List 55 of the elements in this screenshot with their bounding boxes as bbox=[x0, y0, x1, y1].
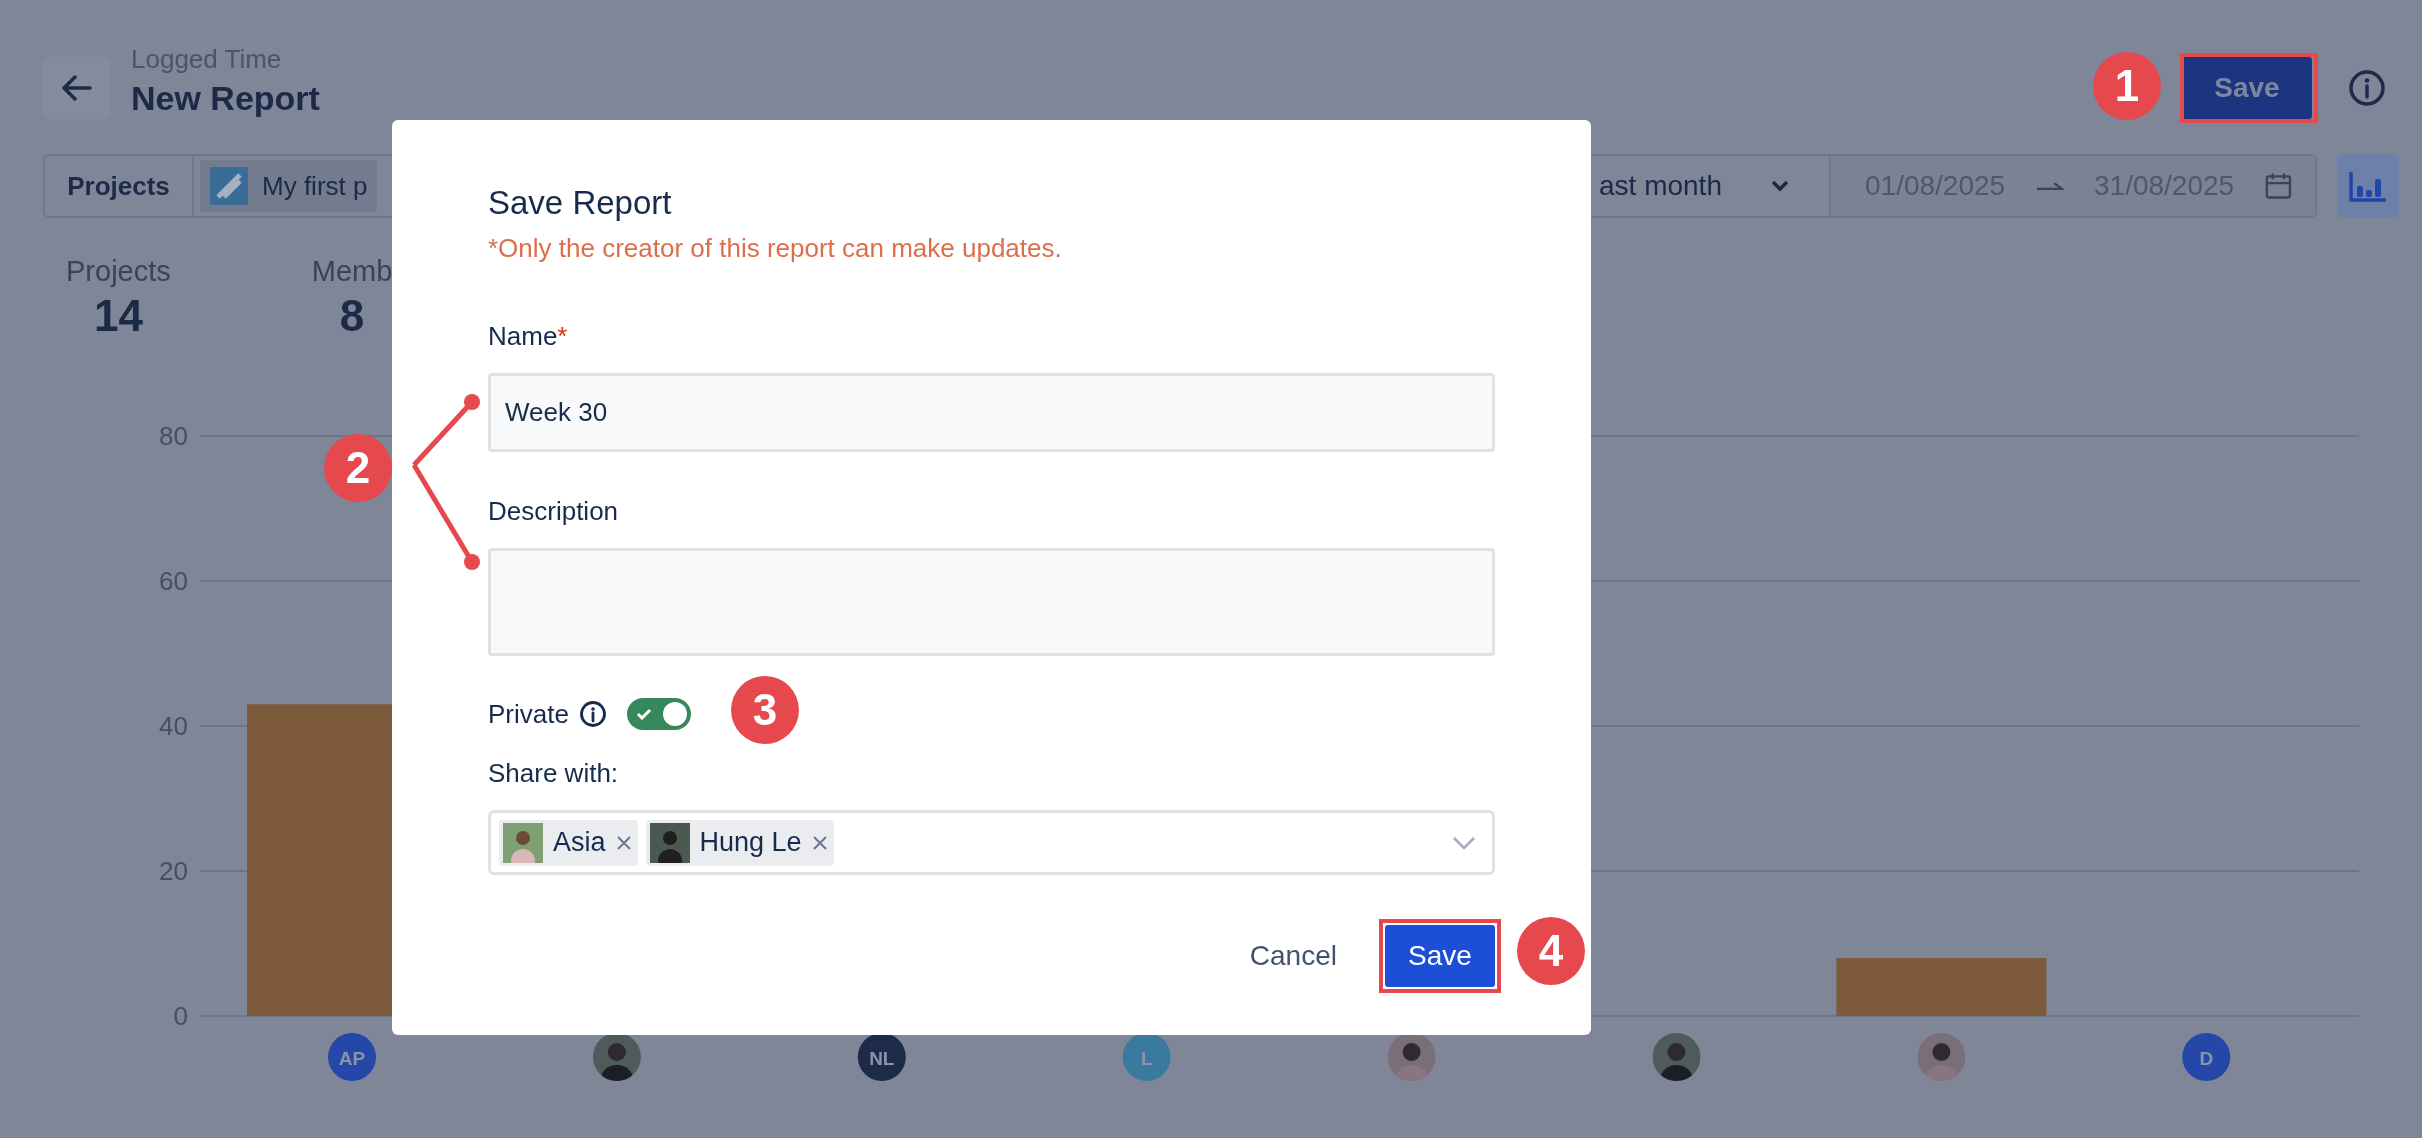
stat-value: 8 bbox=[339, 290, 365, 342]
avatar: D bbox=[2182, 1033, 2231, 1081]
axis-label: 80 bbox=[159, 421, 188, 451]
avatar: AP bbox=[328, 1033, 376, 1081]
private-label: Private bbox=[488, 698, 569, 730]
avatar bbox=[503, 822, 543, 863]
description-field[interactable] bbox=[488, 548, 1495, 656]
chevron-down-icon bbox=[1771, 180, 1789, 192]
user-name: Asia bbox=[553, 827, 606, 858]
project-chip[interactable]: My first p bbox=[200, 160, 378, 212]
chart-view-button[interactable] bbox=[2337, 154, 2399, 218]
avatar: L bbox=[1122, 1033, 1171, 1081]
user-name: Hung Le bbox=[699, 827, 802, 858]
close-icon bbox=[615, 834, 632, 851]
avatar: NL bbox=[857, 1033, 906, 1081]
bar-chart-icon bbox=[2348, 169, 2388, 203]
dialog-title: Save Report bbox=[488, 183, 673, 223]
share-label: Share with: bbox=[488, 757, 620, 790]
save-button[interactable]: Save bbox=[1385, 925, 1495, 987]
back-arrow-icon bbox=[62, 75, 92, 101]
info-icon bbox=[578, 700, 607, 728]
project-icon bbox=[210, 167, 248, 205]
chevron-down-icon bbox=[1452, 835, 1476, 850]
back-button[interactable] bbox=[43, 57, 111, 119]
step-badge: 1 bbox=[2093, 52, 2161, 120]
dialog-note: *Only the creator of this report can make updates. bbox=[488, 232, 1063, 265]
calendar-icon bbox=[2264, 171, 2293, 201]
remove-button[interactable] bbox=[615, 834, 632, 851]
axis-label: 20 bbox=[159, 856, 188, 886]
remove-button[interactable] bbox=[811, 834, 828, 851]
stat-label: Memb bbox=[311, 254, 393, 289]
field-label: Name* bbox=[488, 320, 569, 353]
stat-label: Projects bbox=[66, 254, 171, 289]
axis-label: 0 bbox=[173, 1001, 188, 1031]
name-field[interactable]: Week 30 bbox=[488, 373, 1495, 452]
project-name: My first p bbox=[262, 170, 368, 202]
stat-value: 14 bbox=[93, 290, 143, 342]
avatar bbox=[1652, 1033, 1701, 1081]
share-select[interactable]: Asia Hung Le bbox=[488, 810, 1495, 875]
filter-label: Projects bbox=[45, 156, 194, 216]
close-icon bbox=[811, 834, 828, 851]
cancel-button[interactable]: Cancel bbox=[1243, 939, 1343, 973]
avatar bbox=[1387, 1033, 1436, 1081]
avatar bbox=[592, 1033, 641, 1081]
page-title: New Report bbox=[131, 78, 320, 119]
period-value: ast month bbox=[1599, 170, 1722, 202]
check-icon bbox=[635, 708, 652, 720]
avatar bbox=[1917, 1033, 1966, 1081]
info-icon bbox=[2348, 69, 2386, 107]
axis-label: 60 bbox=[159, 566, 188, 596]
avatar bbox=[649, 822, 690, 863]
field-label: Description bbox=[488, 495, 620, 528]
private-toggle[interactable] bbox=[626, 698, 691, 730]
step-badge: 2 bbox=[324, 434, 392, 502]
axis-label: 40 bbox=[159, 711, 188, 741]
